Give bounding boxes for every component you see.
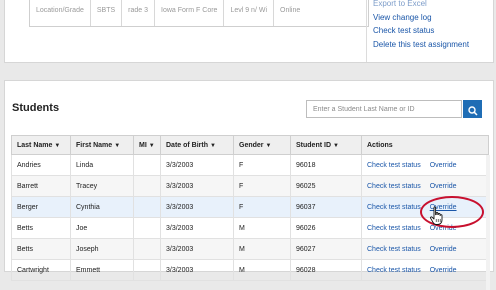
test-actions-links: Export to Excel View change log Check te…	[373, 0, 469, 51]
table-row: Berger Cynthia 3/3/2003 F 96037 Check te…	[11, 196, 489, 218]
gender-cell: M	[233, 259, 291, 281]
actions-cell: Check test status Override	[361, 196, 489, 218]
actions-cell: Check test status Override	[361, 217, 489, 239]
column-header-student-id[interactable]: Student ID ▼	[290, 135, 362, 155]
override-link[interactable]: Override	[430, 246, 457, 253]
student-id-cell: 96018	[290, 154, 362, 176]
table-row: Betts Joe 3/3/2003 M 96026 Check test st…	[11, 217, 489, 239]
mi-cell	[133, 259, 161, 281]
override-link[interactable]: Override	[430, 183, 457, 190]
students-heading: Students	[12, 102, 60, 114]
check-test-status-link[interactable]: Check test status	[367, 162, 421, 169]
search-button[interactable]	[463, 100, 482, 118]
gender-cell: F	[233, 154, 291, 176]
dob-cell: 3/3/2003	[160, 217, 234, 239]
test-summary-row: Location/Grade SBTS rade 3 Iowa Form F C…	[29, 0, 369, 27]
summary-cell: Iowa Form F Core	[155, 0, 225, 26]
mi-cell	[133, 154, 161, 176]
column-header-gender[interactable]: Gender ▼	[233, 135, 291, 155]
students-table: Last Name ▼ First Name ▼ MI ▼ Date of Birth…	[11, 135, 489, 281]
column-header-mi[interactable]: MI ▼	[133, 135, 161, 155]
delete-test-assignment-link[interactable]: Delete this test assignment	[373, 38, 469, 52]
student-id-cell: 96025	[290, 175, 362, 197]
sort-caret-icon: ▼	[148, 142, 155, 149]
last-name-cell: Andries	[11, 154, 71, 176]
gender-cell: F	[233, 196, 291, 218]
test-details-panel: Location/Grade SBTS rade 3 Iowa Form F C…	[4, 0, 494, 63]
dob-cell: 3/3/2003	[160, 175, 234, 197]
check-test-status-link[interactable]: Check test status	[367, 246, 421, 253]
column-header-date-of-birth[interactable]: Date of Birth ▼	[160, 135, 234, 155]
dob-cell: 3/3/2003	[160, 238, 234, 260]
summary-cell: SBTS	[91, 0, 123, 26]
actions-cell: Check test status Override	[361, 175, 489, 197]
last-name-cell: Barrett	[11, 175, 71, 197]
sort-caret-icon: ▼	[265, 142, 272, 149]
check-test-status-link[interactable]: Check test status	[367, 183, 421, 190]
student-id-cell: 96028	[290, 259, 362, 281]
first-name-cell: Joe	[70, 217, 134, 239]
gender-cell: F	[233, 175, 291, 197]
sort-caret-icon: ▼	[54, 142, 61, 149]
last-name-cell: Berger	[11, 196, 71, 218]
last-name-cell: Betts	[11, 217, 71, 239]
export-to-excel-link[interactable]: Export to Excel	[373, 0, 469, 11]
override-link[interactable]: Override	[430, 162, 457, 169]
sort-caret-icon: ▼	[210, 142, 216, 149]
first-name-cell: Linda	[70, 154, 134, 176]
gender-cell: M	[233, 238, 291, 260]
dob-cell: 3/3/2003	[160, 259, 234, 281]
search-icon	[463, 105, 482, 116]
first-name-cell: Emmett	[70, 259, 134, 281]
student-id-cell: 96026	[290, 217, 362, 239]
first-name-cell: Joseph	[70, 238, 134, 260]
mi-cell	[133, 238, 161, 260]
check-test-status-link[interactable]: Check test status	[373, 24, 469, 38]
summary-cell: Levl 9 n/ Wi	[224, 0, 275, 26]
table-scrollbar[interactable]	[486, 155, 490, 290]
column-header-last-name[interactable]: Last Name ▼	[11, 135, 71, 155]
table-row: Andries Linda 3/3/2003 F 96018 Check tes…	[11, 154, 489, 176]
summary-cell: Location/Grade	[30, 0, 91, 26]
column-header-actions: Actions	[361, 135, 489, 155]
table-row: Cartwright Emmett 3/3/2003 M 96028 Check…	[11, 259, 489, 281]
actions-cell: Check test status Override	[361, 238, 489, 260]
check-test-status-link[interactable]: Check test status	[367, 225, 421, 232]
sort-caret-icon: ▼	[333, 142, 339, 149]
hand-pointer-cursor-icon	[429, 206, 445, 231]
view-change-log-link[interactable]: View change log	[373, 11, 469, 25]
actions-cell: Check test status Override	[361, 259, 489, 281]
table-row: Betts Joseph 3/3/2003 M 96027 Check test…	[11, 238, 489, 260]
mi-cell	[133, 175, 161, 197]
dob-cell: 3/3/2003	[160, 196, 234, 218]
summary-cell: rade 3	[122, 0, 156, 26]
dob-cell: 3/3/2003	[160, 154, 234, 176]
table-row: Barrett Tracey 3/3/2003 F 96025 Check te…	[11, 175, 489, 197]
check-test-status-link[interactable]: Check test status	[367, 267, 421, 274]
first-name-cell: Cynthia	[70, 196, 134, 218]
column-header-first-name[interactable]: First Name ▼	[70, 135, 134, 155]
last-name-cell: Betts	[11, 238, 71, 260]
first-name-cell: Tracey	[70, 175, 134, 197]
sort-caret-icon: ▼	[114, 142, 121, 149]
actions-cell: Check test status Override	[361, 154, 489, 176]
summary-cell: Online	[280, 6, 301, 14]
check-test-status-link[interactable]: Check test status	[367, 204, 421, 211]
mi-cell	[133, 196, 161, 218]
mi-cell	[133, 217, 161, 239]
table-header-row: Last Name ▼ First Name ▼ MI ▼ Date of Birth…	[11, 135, 489, 155]
gender-cell: M	[233, 217, 291, 239]
student-id-cell: 96037	[290, 196, 362, 218]
divider	[366, 0, 367, 62]
student-id-cell: 96027	[290, 238, 362, 260]
override-link[interactable]: Override	[430, 267, 457, 274]
student-search-input[interactable]	[306, 100, 462, 118]
last-name-cell: Cartwright	[11, 259, 71, 281]
